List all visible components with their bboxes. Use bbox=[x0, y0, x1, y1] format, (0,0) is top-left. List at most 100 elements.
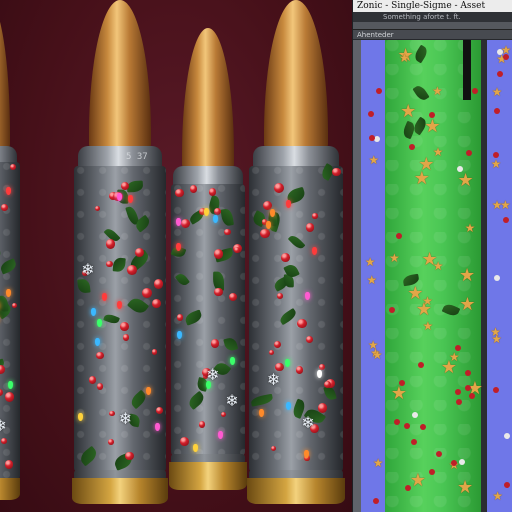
light-bulb-icon bbox=[127, 195, 133, 204]
berry-icon bbox=[464, 369, 471, 376]
star-icon: ★ bbox=[432, 83, 443, 98]
berry-icon bbox=[503, 482, 510, 489]
berry-icon bbox=[318, 403, 328, 413]
star-icon: ★ bbox=[458, 265, 476, 287]
snowflake-icon: ❄ bbox=[0, 416, 7, 435]
light-bulb-icon bbox=[78, 413, 84, 422]
star-icon: ★ bbox=[367, 337, 379, 352]
berry-icon bbox=[96, 351, 104, 360]
holly-leaf-icon bbox=[0, 181, 2, 203]
light-bulb-icon bbox=[304, 292, 310, 301]
holly-leaf-icon bbox=[0, 295, 9, 313]
berry-icon bbox=[142, 287, 152, 298]
editor-subtitle: Something aforte t. ft. bbox=[353, 12, 512, 22]
holly-leaf-icon bbox=[102, 312, 121, 326]
berry-icon bbox=[465, 150, 472, 157]
berry-icon bbox=[469, 392, 476, 399]
star-icon: ★ bbox=[464, 220, 476, 235]
berry-icon bbox=[412, 412, 419, 419]
berry-icon bbox=[4, 460, 14, 470]
star-icon: ★ bbox=[490, 156, 502, 171]
berry-icon bbox=[270, 445, 276, 451]
berry-icon bbox=[1, 204, 8, 211]
berry-icon bbox=[451, 459, 458, 466]
holly-leaf-icon bbox=[186, 390, 207, 410]
berry-icon bbox=[418, 361, 425, 368]
berry-icon bbox=[429, 111, 436, 118]
star-icon: ★ bbox=[390, 383, 408, 405]
berry-icon bbox=[374, 135, 381, 142]
berry-icon bbox=[221, 411, 227, 417]
berry-icon bbox=[455, 345, 462, 352]
holly-leaf-icon bbox=[128, 390, 148, 410]
berry-icon bbox=[280, 252, 290, 262]
light-bulb-icon bbox=[204, 208, 210, 217]
berry-icon bbox=[156, 407, 163, 414]
holly-leaf-icon bbox=[175, 271, 190, 288]
berry-icon bbox=[464, 384, 471, 391]
star-icon: ★ bbox=[457, 169, 474, 191]
light-bulb-icon bbox=[229, 357, 235, 366]
holly-leaf-icon bbox=[223, 335, 239, 352]
light-bulb-icon bbox=[97, 319, 103, 328]
berry-icon bbox=[369, 134, 376, 141]
light-bulb-icon bbox=[217, 430, 223, 439]
star-icon: ★ bbox=[422, 293, 433, 308]
holly-leaf-icon bbox=[441, 302, 460, 318]
berry-icon bbox=[373, 498, 380, 505]
editor-toolbar[interactable] bbox=[353, 22, 512, 30]
berry-icon bbox=[175, 188, 184, 198]
editor-title-bar: Zonic - Single-Sigme - Asset bbox=[353, 0, 512, 12]
berry-icon bbox=[209, 188, 217, 196]
star-icon: ★ bbox=[459, 294, 476, 316]
holly-leaf-icon bbox=[0, 245, 3, 264]
star-icon: ★ bbox=[364, 255, 376, 270]
star-icon: ★ bbox=[491, 85, 503, 100]
berry-icon bbox=[259, 228, 270, 239]
light-bulb-icon bbox=[176, 330, 182, 339]
holly-leaf-icon bbox=[221, 207, 235, 227]
berry-icon bbox=[394, 418, 401, 425]
snowflake-icon: ❄ bbox=[118, 408, 133, 428]
berry-icon bbox=[494, 107, 501, 114]
berry-icon bbox=[121, 181, 130, 190]
berry-icon bbox=[428, 468, 435, 475]
berry-icon bbox=[455, 388, 462, 395]
berry-icon bbox=[109, 410, 115, 417]
berry-icon bbox=[332, 167, 341, 177]
berry-icon bbox=[88, 375, 97, 384]
berry-icon bbox=[210, 338, 220, 348]
berry-icon bbox=[0, 365, 5, 374]
light-bulb-icon bbox=[265, 220, 271, 229]
berry-icon bbox=[122, 333, 130, 341]
light-bulb-icon bbox=[286, 199, 292, 208]
holly-leaf-icon bbox=[126, 295, 149, 317]
texture-canvas[interactable]: ★ ★ ★ ★ ★ ★ ★ ★ ★ ★ ★ ★ ★ ★ ★ ★ ★ ★ ★ ★ ★ ★ ★ ★ ★ ★ ★ ★ ★ ★ ★ ★ ★ ★ ★ ★ ★ ★ ★ ★… bbox=[353, 40, 512, 512]
berry-icon bbox=[4, 392, 15, 402]
berry-icon bbox=[189, 184, 198, 193]
render-viewport[interactable]: 5 37 ❄❄❄❄❄❄❄❄ bbox=[0, 0, 352, 512]
berry-icon bbox=[277, 293, 284, 299]
berry-icon bbox=[420, 423, 427, 430]
light-bulb-icon bbox=[212, 214, 218, 223]
holly-leaf-icon bbox=[76, 278, 91, 294]
star-icon: ★ bbox=[372, 455, 384, 470]
berry-icon bbox=[134, 247, 144, 257]
star-icon: ★ bbox=[432, 258, 444, 273]
light-bulb-icon bbox=[317, 369, 323, 378]
light-bulb-icon bbox=[95, 338, 101, 347]
berry-icon bbox=[233, 246, 240, 254]
star-icon: ★ bbox=[422, 319, 434, 334]
star-icon: ★ bbox=[491, 198, 503, 213]
berry-icon bbox=[176, 314, 184, 321]
berry-icon bbox=[96, 382, 104, 390]
berry-icon bbox=[297, 318, 307, 329]
holly-leaf-icon bbox=[277, 308, 298, 326]
light-bulb-icon bbox=[6, 289, 12, 298]
berry-icon bbox=[408, 144, 415, 151]
light-bulb-icon bbox=[5, 187, 11, 196]
snowflake-icon: ❄ bbox=[81, 260, 95, 280]
berry-icon bbox=[273, 183, 284, 193]
light-bulb-icon bbox=[285, 401, 291, 410]
berry-icon bbox=[180, 219, 191, 229]
